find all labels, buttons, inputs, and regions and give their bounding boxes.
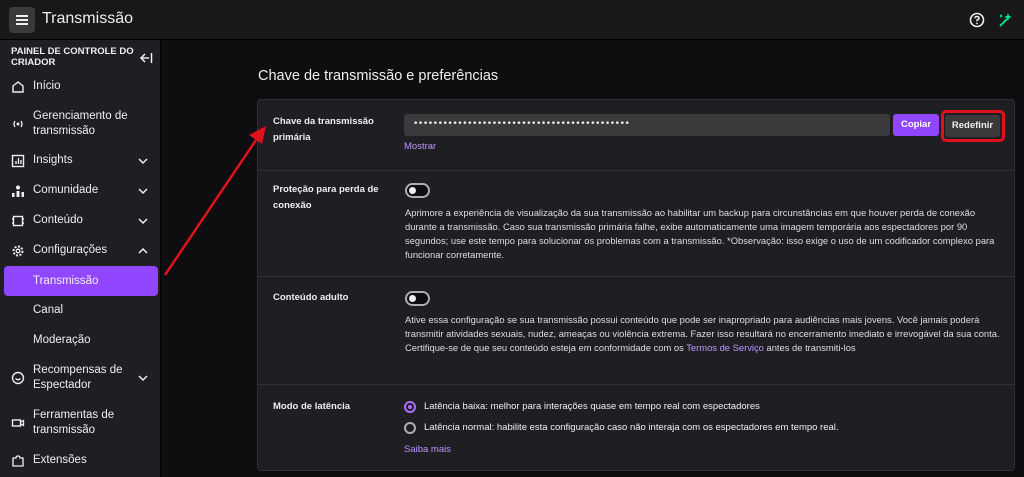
reset-highlight-box [941,110,1005,142]
row-divider [258,384,1014,385]
stream-key-input[interactable]: ••••••••••••••••••••••••••••••••••••••••… [404,114,890,136]
content-icon [12,215,24,227]
sidebar-item-gerenciamento[interactable]: Gerenciamento de transmissão [4,108,158,140]
disconnect-protection-description: Aprimore a experiência de visualização d… [405,207,995,260]
rewards-icon [11,371,25,385]
sidebar-item-conteudo[interactable]: Conteúdo [4,212,158,230]
home-icon [12,81,24,93]
sidebar-item-label: Início [33,80,61,92]
disconnect-protection-toggle[interactable] [405,183,430,198]
terms-of-service-link[interactable]: Termos de Serviço [686,342,764,353]
latency-normal-radio[interactable] [404,422,416,434]
sidebar-item-label: Ferramentas de transmissão [33,409,115,436]
sidebar-item-inicio[interactable]: Início [4,78,158,96]
mature-content-toggle[interactable] [405,291,430,306]
sidebar-item-moderacao[interactable]: Moderação [4,332,158,350]
sidebar-item-label: Extensões [33,454,87,466]
sidebar-item-comunidade[interactable]: Comunidade [4,182,158,200]
sidebar-item-extensoes[interactable]: Extensões [4,452,158,470]
sidebar-item-label: Moderação [33,334,91,346]
help-icon[interactable] [968,11,986,29]
chart-icon [11,154,25,168]
sidebar-item-label: Recompensas de Espectador [33,364,123,391]
sparkle-icon[interactable] [996,11,1014,29]
top-bar: Transmissão [0,0,1024,40]
chevron-down-icon [138,188,148,195]
camera-icon [11,419,25,427]
sidebar-heading: PAINEL DE CONTROLE DO CRIADOR [11,46,134,68]
app-title: Transmissão [42,10,133,27]
puzzle-icon [12,455,24,467]
latency-normal-label[interactable]: Latência normal: habilite esta configura… [424,422,839,433]
show-key-link[interactable]: Mostrar [404,141,436,152]
row-divider [258,170,1014,171]
sidebar-item-canal[interactable]: Canal [4,302,158,320]
settings-panel [257,99,1015,471]
sidebar-item-insights[interactable]: Insights [4,152,158,170]
sidebar-item-label: Transmissão [33,275,99,287]
sidebar-item-label: Comunidade [33,184,99,196]
mature-content-description: Ative essa configuração se sua transmiss… [405,314,1000,353]
chevron-up-icon [138,247,148,254]
sidebar-item-label: Configurações [33,244,108,256]
row-divider [258,276,1014,277]
sidebar-item-label: Gerenciamento de transmissão [33,110,128,137]
latency-mode-label: Modo de latência [273,401,351,412]
gear-icon [12,245,24,257]
learn-more-link[interactable]: Saiba mais [404,444,451,455]
mature-content-label: Conteúdo adulto [273,292,349,303]
sidebar-item-label: Insights [33,154,73,166]
chevron-down-icon [138,218,148,225]
sidebar-item-configuracoes[interactable]: Configurações [4,242,158,260]
page-title: Chave de transmissão e preferências [258,68,499,84]
sidebar-item-label: Conteúdo [33,214,83,226]
community-icon [12,185,24,197]
sidebar-item-transmissao[interactable]: Transmissão [4,266,158,296]
sidebar-item-label: Canal [33,304,64,316]
sidebar-item-ferramentas[interactable]: Ferramentas de transmissão [4,407,158,439]
chevron-down-icon [138,158,148,165]
disconnect-protection-label: Proteção para perda de conexão [273,184,379,211]
sidebar-item-recompensas[interactable]: Recompensas de Espectador [4,362,158,394]
broadcast-icon [13,120,23,128]
collapse-sidebar-icon[interactable] [139,51,153,65]
hamburger-menu-icon[interactable] [9,7,35,33]
chevron-down-icon [138,375,148,382]
copy-button[interactable]: Copiar [893,114,939,136]
stream-key-label: Chave da transmissão primária [273,116,374,143]
latency-low-label[interactable]: Latência baixa: melhor para interações q… [424,401,760,412]
latency-low-radio[interactable] [404,401,416,413]
